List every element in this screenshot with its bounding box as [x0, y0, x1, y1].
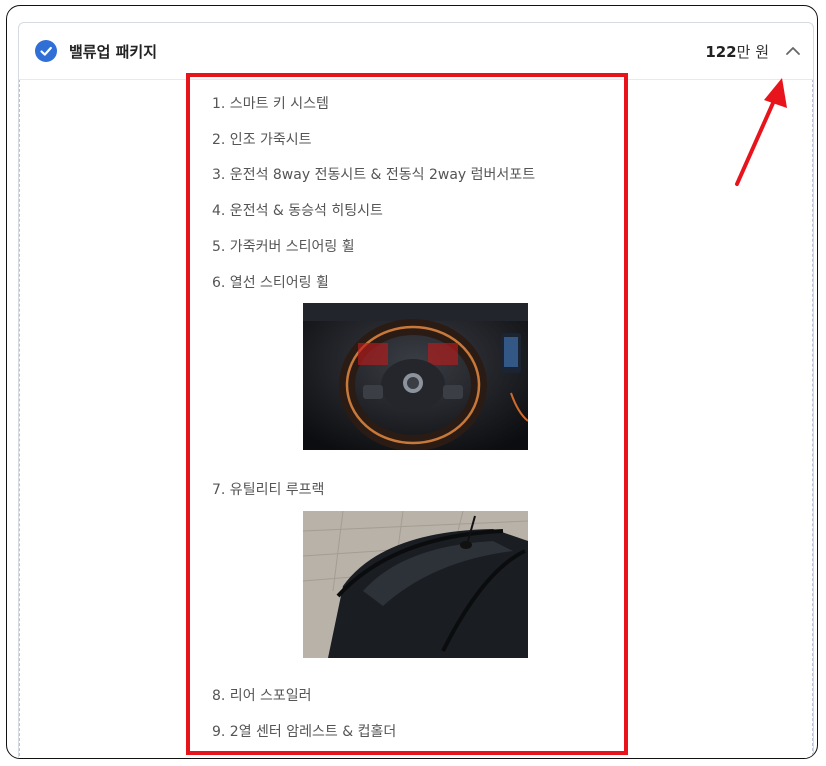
package-title: 밸류업 패키지	[69, 43, 158, 61]
card-right-border	[812, 79, 813, 758]
price-unit: 만 원	[736, 43, 769, 61]
scroll-indicator	[377, 758, 457, 759]
cut-off-heading: · · · · · · · · · ·	[35, 6, 145, 8]
card-left-border	[19, 79, 20, 758]
package-header[interactable]: 밸류업 패키지 122만 원	[19, 23, 813, 80]
price-number: 122	[705, 43, 737, 61]
check-circle-icon[interactable]	[35, 40, 57, 62]
highlight-box	[186, 73, 628, 755]
package-price: 122만 원	[705, 41, 769, 62]
red-arrow-annotation	[732, 76, 792, 195]
chevron-up-icon[interactable]	[783, 43, 803, 59]
screenshot-frame: · · · · · · · · · · 밸류업 패키지 122만 원 1. 스마…	[6, 5, 818, 759]
